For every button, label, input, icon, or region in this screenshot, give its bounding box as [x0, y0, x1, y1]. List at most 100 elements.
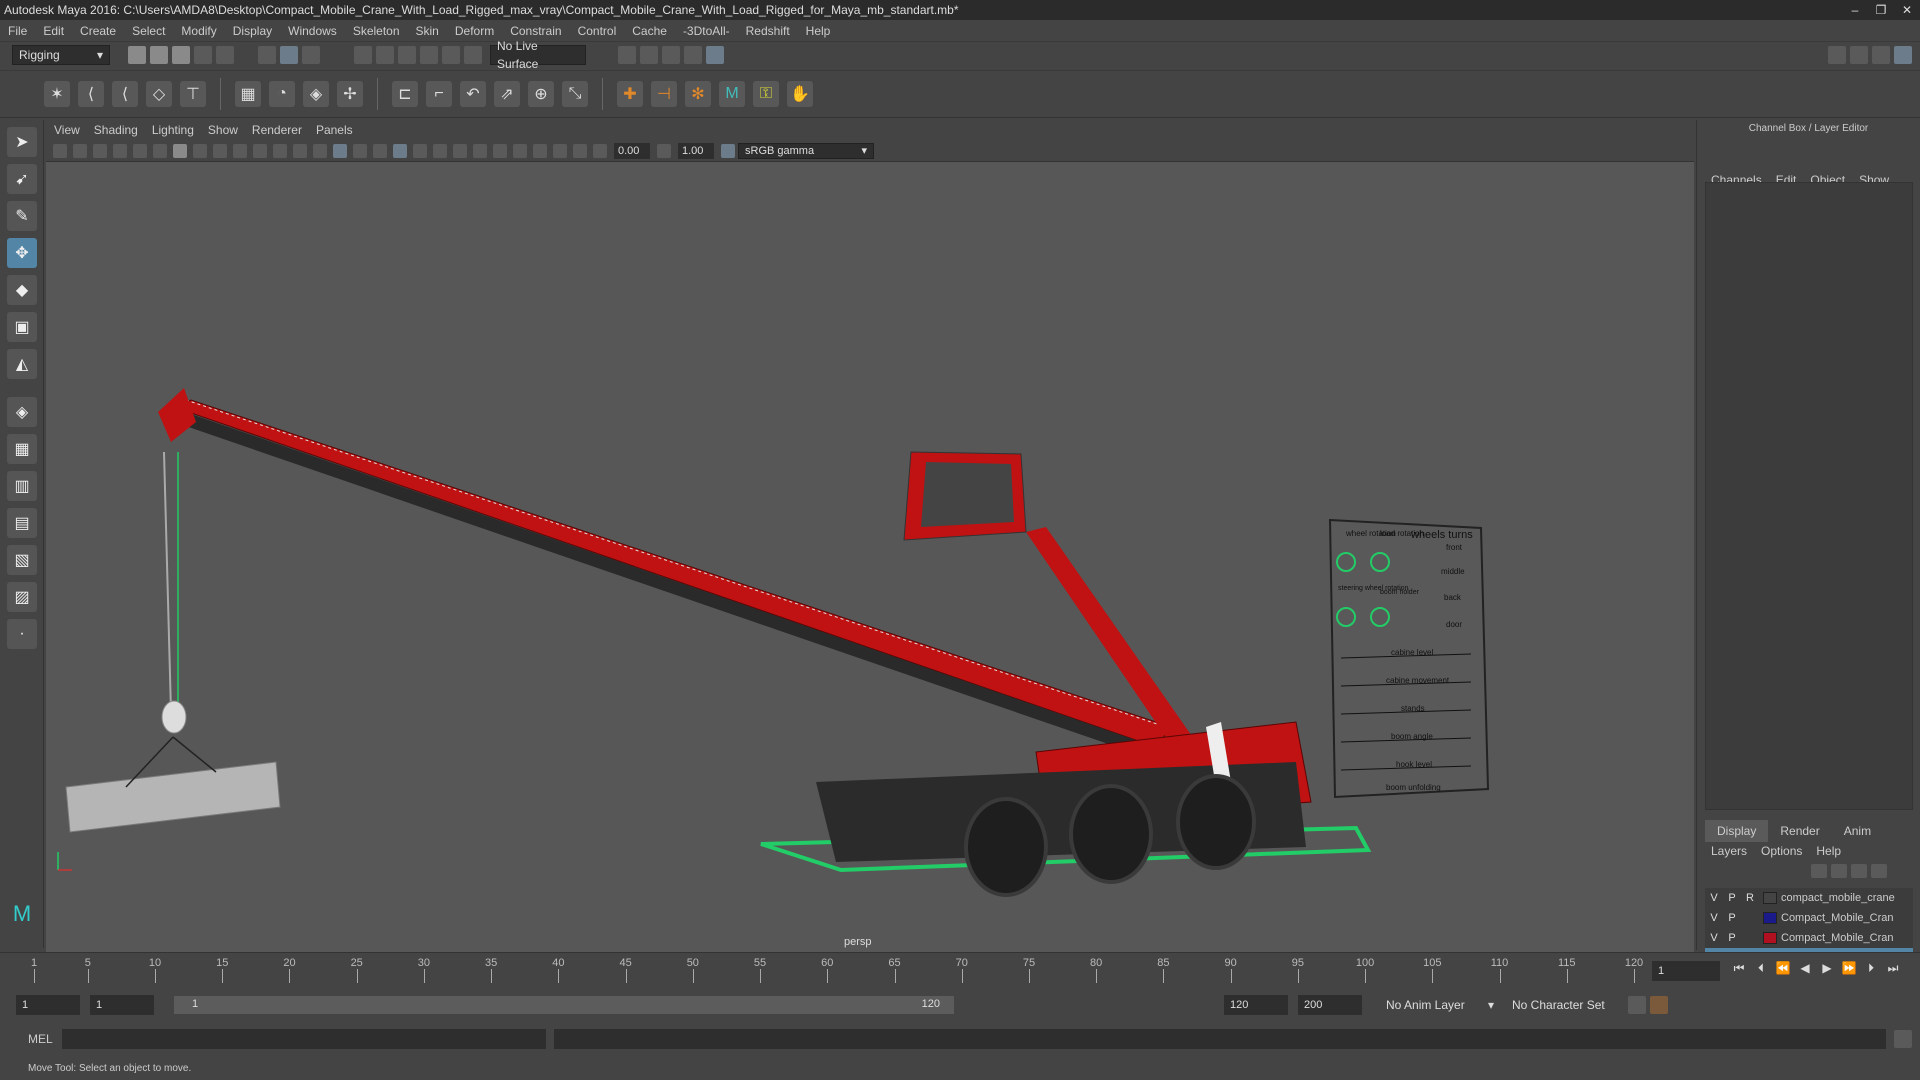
render-settings-icon[interactable] [662, 46, 680, 64]
minimize-button[interactable]: – [1842, 0, 1868, 20]
play-forwards-icon[interactable]: ▶ [1816, 961, 1838, 976]
cluster-icon[interactable]: ✢ [337, 81, 363, 107]
menu-file[interactable]: File [8, 24, 27, 38]
ipr-render-icon[interactable] [640, 46, 658, 64]
blend-shape-icon[interactable]: M [719, 81, 745, 107]
custom-layout-icon[interactable]: ▨ [7, 582, 37, 612]
grease-pencil-icon[interactable] [133, 143, 147, 158]
lattice-icon[interactable]: ◈ [303, 81, 329, 107]
locator-icon[interactable]: ✚ [617, 81, 643, 107]
current-frame-field[interactable]: 1 [1652, 961, 1720, 981]
four-view-layout-icon[interactable]: ▦ [7, 434, 37, 464]
menu-help[interactable]: Help [806, 24, 831, 38]
gate-mask-icon[interactable] [233, 143, 247, 158]
menu-cache[interactable]: Cache [632, 24, 667, 38]
paint-select-icon[interactable]: ✎ [7, 201, 37, 231]
redo-icon[interactable] [216, 46, 234, 64]
tab-display[interactable]: Display [1705, 820, 1769, 842]
tool-settings-icon[interactable] [1872, 46, 1890, 64]
use-all-lights-icon[interactable] [413, 143, 427, 158]
safe-action-icon[interactable] [273, 143, 287, 158]
menu-skeleton[interactable]: Skeleton [353, 24, 400, 38]
magnet-icon[interactable] [464, 46, 482, 64]
parent-constraint-icon[interactable]: ⊕ [528, 81, 554, 107]
last-tool-icon[interactable]: ◭ [7, 349, 37, 379]
grid-icon[interactable] [173, 143, 187, 158]
insert-joint-icon[interactable]: ◇ [146, 81, 172, 107]
snap-grid-icon[interactable] [354, 46, 372, 64]
film-gate-icon[interactable] [193, 143, 207, 158]
anti-alias-icon[interactable] [493, 143, 507, 158]
script-language-label[interactable]: MEL [28, 1032, 62, 1046]
wireframe-icon[interactable] [313, 143, 327, 158]
wire-deformer-icon[interactable]: ✻ [685, 81, 711, 107]
menu-display[interactable]: Display [233, 24, 272, 38]
layer-playback[interactable]: P [1723, 892, 1741, 904]
set-driven-key-icon[interactable]: ⚿ [753, 81, 779, 107]
vp-menu-renderer[interactable]: Renderer [252, 123, 302, 137]
orient-joint-icon[interactable]: ⊤ [180, 81, 206, 107]
wheel-1[interactable] [964, 797, 1048, 897]
xray-joints-icon[interactable] [553, 143, 567, 158]
tab-anim[interactable]: Anim [1832, 820, 1883, 842]
layer-menu-help[interactable]: Help [1816, 844, 1841, 858]
layer-menu-layers[interactable]: Layers [1711, 844, 1747, 858]
bookmark-icon[interactable] [93, 143, 107, 158]
menuset-dropdown[interactable]: Rigging ▾ [12, 45, 110, 65]
playback-start-field[interactable]: 1 [90, 995, 154, 1015]
menu-3dtoall[interactable]: -3DtoAll- [683, 24, 730, 38]
crane-boom[interactable] [172, 399, 1172, 748]
vp-menu-show[interactable]: Show [208, 123, 238, 137]
menu-edit[interactable]: Edit [43, 24, 64, 38]
scale-tool-icon[interactable]: ▣ [7, 312, 37, 342]
lasso-tool-icon[interactable]: ➹ [7, 164, 37, 194]
menu-windows[interactable]: Windows [288, 24, 337, 38]
single-perspective-layout-icon[interactable]: ◈ [7, 397, 37, 427]
viewport-3d-canvas[interactable]: wheel rotation load rotation wheels turn… [46, 162, 1694, 952]
wheel-3[interactable] [1176, 774, 1256, 870]
maximize-button[interactable]: ❐ [1868, 0, 1894, 20]
exposure-field[interactable]: 0.00 [614, 142, 650, 159]
color-management-icon[interactable] [721, 143, 735, 158]
select-camera-icon[interactable] [53, 143, 67, 158]
persp-graph-layout-icon[interactable]: ▤ [7, 508, 37, 538]
live-surface-field[interactable]: No Live Surface [490, 39, 586, 71]
new-scene-icon[interactable] [128, 46, 146, 64]
step-forward-key-icon[interactable]: ⏩ [1838, 961, 1860, 976]
play-backwards-icon[interactable]: ◀ [1794, 961, 1816, 976]
vp-menu-view[interactable]: View [54, 123, 80, 137]
globe-icon[interactable] [706, 46, 724, 64]
resolution-gate-icon[interactable] [213, 143, 227, 158]
close-button[interactable]: ✕ [1894, 0, 1920, 20]
layer-reference[interactable]: R [1741, 892, 1759, 904]
menu-modify[interactable]: Modify [181, 24, 216, 38]
exposure-icon[interactable] [593, 143, 607, 158]
isolate-select-icon[interactable] [513, 143, 527, 158]
ambient-occlusion-icon[interactable] [453, 143, 467, 158]
render-frame-icon[interactable] [618, 46, 636, 64]
menu-redshift[interactable]: Redshift [746, 24, 790, 38]
ik-handle-icon[interactable]: ⟨ [78, 81, 104, 107]
hypershade-layout-icon[interactable]: ▧ [7, 545, 37, 575]
layer-visibility[interactable]: V [1705, 912, 1723, 924]
auto-key-icon[interactable] [1628, 996, 1646, 1014]
start-time-field[interactable]: 1 [16, 995, 80, 1015]
menu-constrain[interactable]: Constrain [510, 24, 561, 38]
vp-menu-panels[interactable]: Panels [316, 123, 353, 137]
move-tool-icon[interactable]: ✥ [7, 238, 37, 268]
select-hierarchy-icon[interactable] [258, 46, 276, 64]
channel-box-icon[interactable] [1894, 46, 1912, 64]
snap-curve-icon[interactable] [376, 46, 394, 64]
save-scene-icon[interactable] [172, 46, 190, 64]
camera-attributes-icon[interactable] [73, 143, 87, 158]
playback-end-field[interactable]: 120 [1224, 995, 1288, 1015]
paint-weights-icon[interactable]: ◔ [269, 81, 295, 107]
layer-row[interactable]: V P Compact_Mobile_Cran [1705, 908, 1913, 928]
xray-icon[interactable] [533, 143, 547, 158]
boom-tip[interactable] [158, 388, 196, 442]
layer-row[interactable]: V P Compact_Mobile_Cran [1705, 928, 1913, 948]
gamma-field[interactable]: 1.00 [678, 142, 714, 159]
rig-control-panel[interactable] [1328, 518, 1490, 799]
move-layer-up-icon[interactable] [1811, 864, 1827, 878]
menu-deform[interactable]: Deform [455, 24, 494, 38]
